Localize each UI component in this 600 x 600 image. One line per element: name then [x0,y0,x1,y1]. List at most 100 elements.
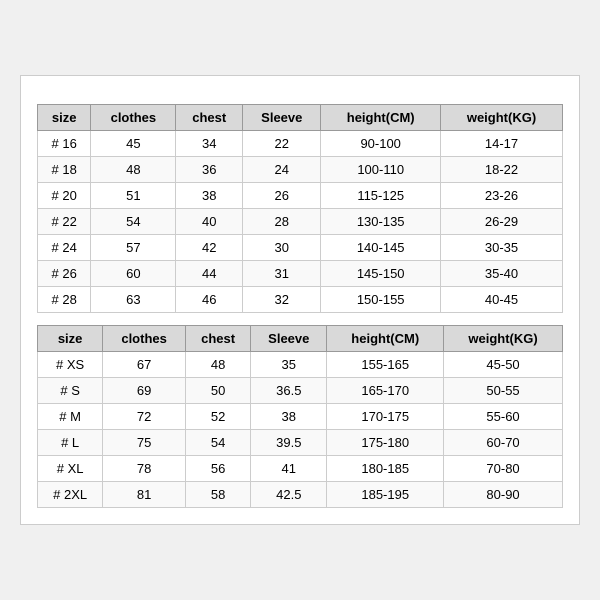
table-cell: 14-17 [441,131,563,157]
table-cell: 150-155 [321,287,441,313]
table-cell: 23-26 [441,183,563,209]
table-cell: # 16 [38,131,91,157]
table-cell: 75 [103,430,186,456]
table1-col-header: height(CM) [321,105,441,131]
table-cell: 18-22 [441,157,563,183]
table-cell: 40-45 [441,287,563,313]
table-cell: # 22 [38,209,91,235]
table-cell: # 18 [38,157,91,183]
table2-col-header: weight(KG) [444,326,563,352]
table-row: # 1645342290-10014-17 [38,131,563,157]
table-cell: 170-175 [327,404,444,430]
table2-col-header: clothes [103,326,186,352]
table-cell: 58 [185,482,250,508]
table-cell: # 20 [38,183,91,209]
table2-header-row: sizeclotheschestSleeveheight(CM)weight(K… [38,326,563,352]
table-cell: 165-170 [327,378,444,404]
table2-body: # XS674835155-16545-50# S695036.5165-170… [38,352,563,508]
table1-col-header: clothes [91,105,176,131]
table-cell: 69 [103,378,186,404]
table-cell: 80-90 [444,482,563,508]
table-cell: 38 [251,404,327,430]
table-row: # 2XL815842.5185-19580-90 [38,482,563,508]
table-row: # XL785641180-18570-80 [38,456,563,482]
table-cell: # 26 [38,261,91,287]
table-cell: # 2XL [38,482,103,508]
table-cell: 28 [243,209,321,235]
table2-col-header: chest [185,326,250,352]
table-row: # 22544028130-13526-29 [38,209,563,235]
table-cell: 60-70 [444,430,563,456]
table-cell: 54 [91,209,176,235]
size-table-1: sizeclotheschestSleeveheight(CM)weight(K… [37,104,563,313]
table-cell: 31 [243,261,321,287]
table1-header-row: sizeclotheschestSleeveheight(CM)weight(K… [38,105,563,131]
table-row: # L755439.5175-18060-70 [38,430,563,456]
table-cell: 42 [176,235,243,261]
table-cell: 54 [185,430,250,456]
table-cell: 48 [91,157,176,183]
table2-col-header: size [38,326,103,352]
table-cell: 26-29 [441,209,563,235]
table-row: # 20513826115-12523-26 [38,183,563,209]
section-divider [37,313,563,325]
table-cell: 72 [103,404,186,430]
table1-body: # 1645342290-10014-17# 18483624100-11018… [38,131,563,313]
table-cell: 56 [185,456,250,482]
table-cell: 24 [243,157,321,183]
table-cell: 46 [176,287,243,313]
table-cell: 78 [103,456,186,482]
table-cell: 115-125 [321,183,441,209]
table-cell: 51 [91,183,176,209]
table-cell: 60 [91,261,176,287]
table-cell: 100-110 [321,157,441,183]
table-cell: # 24 [38,235,91,261]
table-cell: 42.5 [251,482,327,508]
table-cell: 45 [91,131,176,157]
table-cell: # XL [38,456,103,482]
table-cell: # XS [38,352,103,378]
table-cell: 35 [251,352,327,378]
table-cell: 50 [185,378,250,404]
table-row: # 28634632150-15540-45 [38,287,563,313]
table2-header: sizeclotheschestSleeveheight(CM)weight(K… [38,326,563,352]
table-cell: 70-80 [444,456,563,482]
table-cell: 81 [103,482,186,508]
table-cell: 35-40 [441,261,563,287]
table-cell: 52 [185,404,250,430]
table-row: # 26604431145-15035-40 [38,261,563,287]
table1-col-header: weight(KG) [441,105,563,131]
table-cell: 180-185 [327,456,444,482]
table-cell: # S [38,378,103,404]
table-cell: 30-35 [441,235,563,261]
table-cell: 36 [176,157,243,183]
table-cell: 185-195 [327,482,444,508]
table-cell: 36.5 [251,378,327,404]
table-cell: 130-135 [321,209,441,235]
table2-col-header: height(CM) [327,326,444,352]
table-cell: 30 [243,235,321,261]
table-row: # 24574230140-14530-35 [38,235,563,261]
table2-col-header: Sleeve [251,326,327,352]
table-cell: 34 [176,131,243,157]
table1-col-header: chest [176,105,243,131]
table-row: # S695036.5165-17050-55 [38,378,563,404]
table-cell: 155-165 [327,352,444,378]
table-cell: 26 [243,183,321,209]
table-cell: 67 [103,352,186,378]
table-row: # XS674835155-16545-50 [38,352,563,378]
table-cell: 22 [243,131,321,157]
table-cell: 40 [176,209,243,235]
table-cell: 145-150 [321,261,441,287]
table-cell: 41 [251,456,327,482]
table-cell: 38 [176,183,243,209]
size-table-2: sizeclotheschestSleeveheight(CM)weight(K… [37,325,563,508]
table1-col-header: size [38,105,91,131]
table-row: # 18483624100-11018-22 [38,157,563,183]
table-cell: # L [38,430,103,456]
table-cell: 55-60 [444,404,563,430]
table1-header: sizeclotheschestSleeveheight(CM)weight(K… [38,105,563,131]
table-cell: 39.5 [251,430,327,456]
table-cell: # 28 [38,287,91,313]
table-cell: 140-145 [321,235,441,261]
